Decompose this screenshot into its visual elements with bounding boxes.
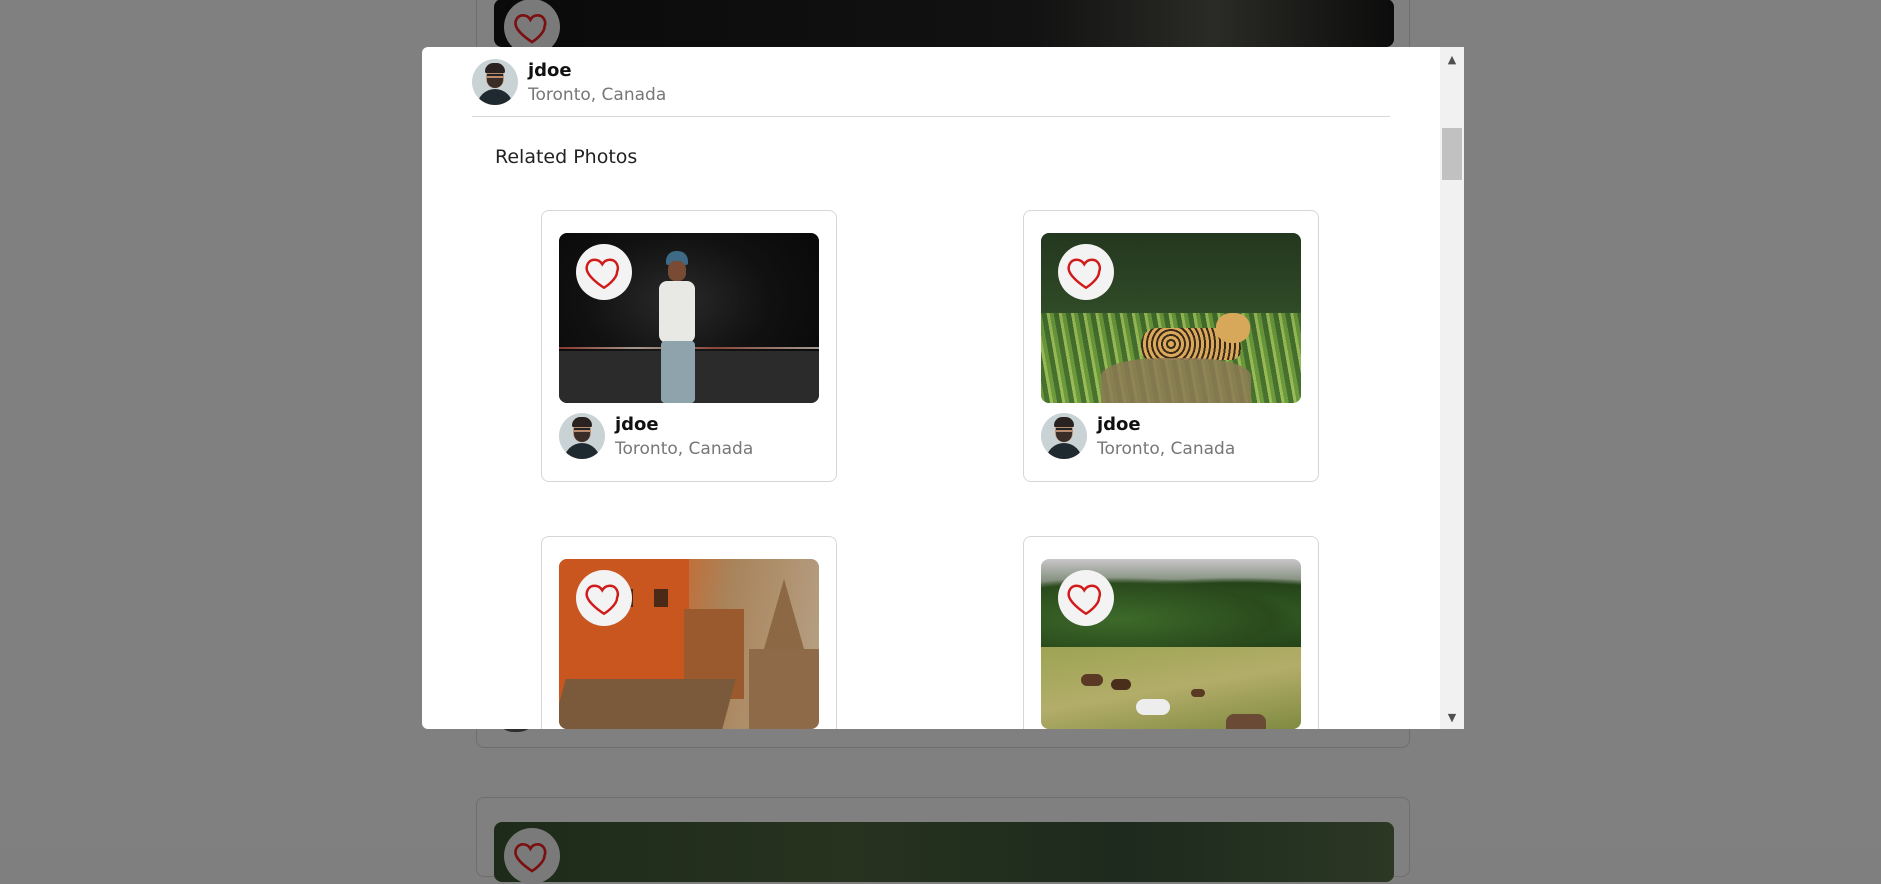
author-location: Toronto, Canada <box>1097 437 1235 461</box>
background-post-image <box>494 0 1394 47</box>
author-location: Toronto, Canada <box>528 83 666 107</box>
background-heart-icon <box>504 828 560 884</box>
heart-icon <box>1065 577 1107 619</box>
related-photo-card[interactable] <box>541 536 837 729</box>
related-photos-heading: Related Photos <box>495 146 637 168</box>
avatar[interactable] <box>1041 413 1087 459</box>
background-post-card <box>476 797 1410 877</box>
author-info: jdoe Toronto, Canada <box>1097 413 1235 461</box>
card-author-row: jdoe Toronto, Canada <box>1041 413 1235 461</box>
card-author-row: jdoe Toronto, Canada <box>559 413 753 461</box>
photo-detail-modal: jdoe Toronto, Canada Related Photos <box>422 47 1464 729</box>
scroll-up-arrow-icon[interactable]: ▲ <box>1440 49 1464 69</box>
heart-icon <box>1065 251 1107 293</box>
background-post-image <box>494 822 1394 882</box>
related-photo-card[interactable]: jdoe Toronto, Canada <box>541 210 837 482</box>
author-name[interactable]: jdoe <box>615 413 753 437</box>
author-name[interactable]: jdoe <box>528 59 666 83</box>
author-name[interactable]: jdoe <box>1097 413 1235 437</box>
scroll-thumb[interactable] <box>1442 128 1462 180</box>
modal-author-row: jdoe Toronto, Canada <box>472 59 1390 117</box>
scroll-down-arrow-icon[interactable]: ▼ <box>1440 707 1464 727</box>
like-button[interactable] <box>1058 244 1114 300</box>
modal-content: jdoe Toronto, Canada Related Photos <box>422 47 1440 729</box>
heart-icon <box>583 577 625 619</box>
like-button[interactable] <box>576 570 632 626</box>
avatar[interactable] <box>472 59 518 105</box>
avatar[interactable] <box>559 413 605 459</box>
like-button[interactable] <box>1058 570 1114 626</box>
related-photo-card[interactable]: jdoe Toronto, Canada <box>1023 210 1319 482</box>
author-location: Toronto, Canada <box>615 437 753 461</box>
author-info: jdoe Toronto, Canada <box>615 413 753 461</box>
related-photo-card[interactable] <box>1023 536 1319 729</box>
heart-icon <box>583 251 625 293</box>
like-button[interactable] <box>576 244 632 300</box>
author-info: jdoe Toronto, Canada <box>528 59 666 107</box>
modal-scrollbar[interactable]: ▲ ▼ <box>1440 47 1464 729</box>
